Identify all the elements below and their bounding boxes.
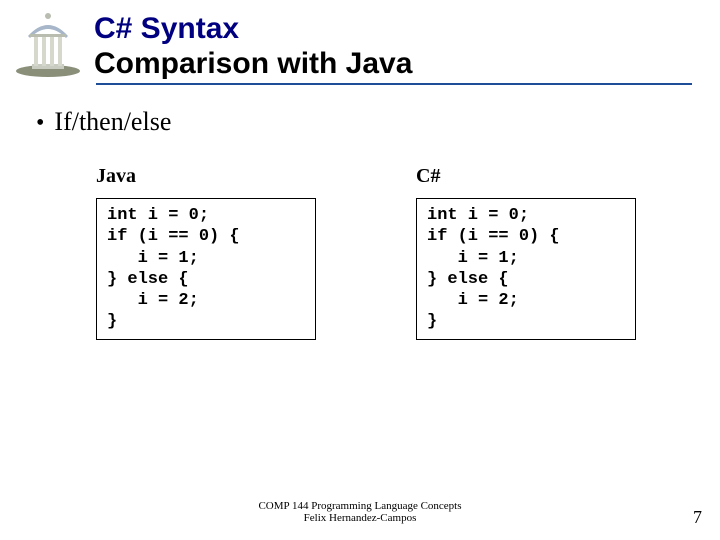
bullet-text: If/then/else — [54, 107, 171, 137]
bullet-item: • If/then/else — [36, 107, 684, 137]
slide-content: • If/then/else Java int i = 0; if (i == … — [0, 85, 720, 340]
page-number: 7 — [693, 507, 702, 528]
csharp-code: int i = 0; if (i == 0) { i = 1; } else {… — [416, 198, 636, 340]
slide-footer: COMP 144 Programming Language Concepts F… — [0, 500, 720, 524]
java-code: int i = 0; if (i == 0) { i = 1; } else {… — [96, 198, 316, 340]
code-columns: Java int i = 0; if (i == 0) { i = 1; } e… — [36, 165, 684, 340]
java-column: Java int i = 0; if (i == 0) { i = 1; } e… — [96, 165, 316, 340]
csharp-column: C# int i = 0; if (i == 0) { i = 1; } els… — [416, 165, 636, 340]
footer-line2: Felix Hernandez-Campos — [0, 512, 720, 524]
csharp-label: C# — [416, 165, 636, 188]
java-label: Java — [96, 165, 316, 188]
bullet-marker: • — [36, 110, 44, 137]
slide-subtitle: Comparison with Java — [94, 47, 720, 82]
slide-header: C# Syntax Comparison with Java — [0, 0, 720, 81]
footer-line1: COMP 144 Programming Language Concepts — [0, 500, 720, 512]
slide-title: C# Syntax — [94, 12, 720, 47]
title-block: C# Syntax Comparison with Java — [88, 8, 720, 81]
unc-well-logo — [8, 8, 88, 78]
